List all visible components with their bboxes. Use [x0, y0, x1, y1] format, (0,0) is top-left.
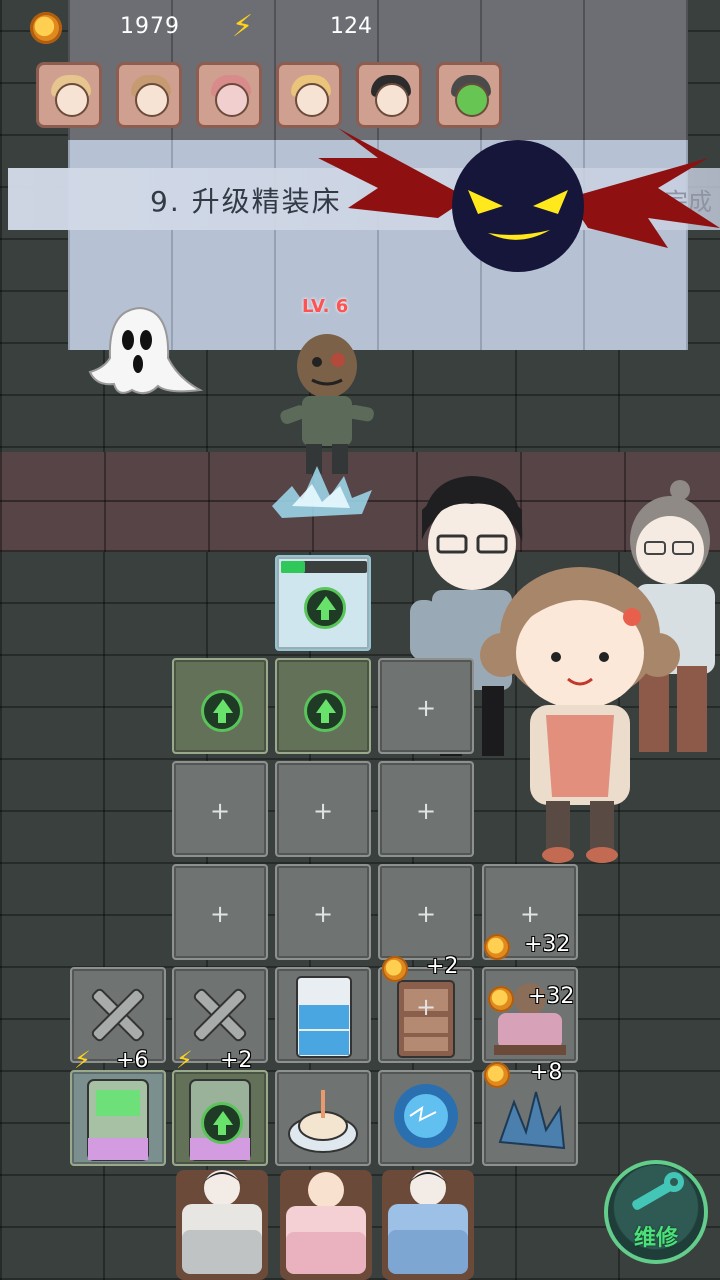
turret-tile[interactable]: [172, 658, 268, 754]
lightning-bolt-icon: ⚡: [232, 9, 254, 44]
lightning-bolt-icon: ⚡: [176, 1046, 193, 1074]
repair-button-label: 维修: [633, 1226, 678, 1251]
energy-count: 124: [330, 14, 372, 39]
income-label: +2: [426, 954, 459, 979]
cake-tile[interactable]: [275, 1070, 371, 1166]
fridge-tile[interactable]: [275, 967, 371, 1063]
coin-icon: [488, 986, 514, 1012]
avatar: [215, 83, 249, 117]
coin-icon: [484, 1062, 510, 1088]
avatar: [135, 83, 169, 117]
empty-build-slot[interactable]: +: [275, 761, 371, 857]
empty-build-slot[interactable]: +: [378, 761, 474, 857]
income-label: +6: [116, 1048, 149, 1073]
bed-with-sleeper-icon: [494, 983, 566, 1055]
gold-coin-icon: [30, 12, 62, 44]
avatar: [455, 83, 489, 117]
empty-build-slot[interactable]: +: [275, 864, 371, 960]
wrench-icon: [632, 1172, 684, 1210]
upgrade-arrow-icon[interactable]: [201, 690, 243, 732]
bat-monster[interactable]: [318, 118, 720, 288]
income-label: +8: [530, 1060, 563, 1085]
bed-sleeper-glasses[interactable]: [380, 1160, 476, 1280]
occupied-bed-tile[interactable]: [482, 967, 578, 1063]
energy-orb-tile[interactable]: [378, 1070, 474, 1166]
bed-sleeper-dark-hair[interactable]: [174, 1160, 270, 1280]
mission-title: 9. 升级精装床: [150, 185, 342, 218]
arcade-machine-tile[interactable]: [172, 1070, 268, 1166]
roster-slot-1[interactable]: [36, 62, 102, 128]
enemy-level-label: LV. 6: [302, 296, 349, 317]
arcade-machine-tile[interactable]: [70, 1070, 166, 1166]
repair-button[interactable]: 维修: [604, 1160, 708, 1264]
ghost[interactable]: [88, 298, 204, 406]
plus-icon: +: [209, 900, 231, 928]
income-label: +2: [220, 1048, 253, 1073]
fridge-icon: [296, 976, 352, 1058]
arcade-machine-icon: [87, 1079, 149, 1161]
turret-tile[interactable]: [275, 658, 371, 754]
ice-tile-progress-fill: [281, 561, 306, 573]
ice-tile-progress-bar: [281, 561, 367, 573]
plus-icon: +: [415, 900, 437, 928]
lightning-bolt-icon: ⚡: [74, 1046, 91, 1074]
coin-icon: [484, 934, 510, 960]
cake-icon: [288, 1090, 358, 1153]
avatar: [55, 83, 89, 117]
ice-splash-effect: [272, 466, 372, 518]
plus-icon: +: [312, 900, 334, 928]
upgrade-arrow-icon[interactable]: [304, 690, 346, 732]
coin-count: 1979: [120, 14, 180, 39]
coin-icon: [382, 956, 408, 982]
plus-icon: +: [312, 797, 334, 825]
empty-build-slot[interactable]: +: [172, 864, 268, 960]
empty-build-slot[interactable]: +: [378, 864, 474, 960]
energy-orb-icon: [394, 1084, 458, 1148]
empty-build-slot[interactable]: +: [172, 761, 268, 857]
upgrade-arrow-icon[interactable]: [304, 587, 346, 629]
avatar: [375, 83, 409, 117]
income-label: +32: [524, 932, 571, 957]
roster-slot-2[interactable]: [116, 62, 182, 128]
character-girl-apron[interactable]: [480, 565, 680, 865]
empty-build-slot[interactable]: +: [378, 658, 474, 754]
plus-icon: +: [209, 797, 231, 825]
avatar: [295, 83, 329, 117]
plus-icon: +: [415, 797, 437, 825]
income-label: +32: [528, 984, 575, 1009]
bed-sleeper-blonde-girl[interactable]: [278, 1160, 374, 1280]
ice-trap-tile[interactable]: [275, 555, 371, 651]
plus-icon: +: [415, 694, 437, 722]
roster-slot-3[interactable]: [196, 62, 262, 128]
upgrade-arrow-icon[interactable]: [201, 1102, 243, 1144]
